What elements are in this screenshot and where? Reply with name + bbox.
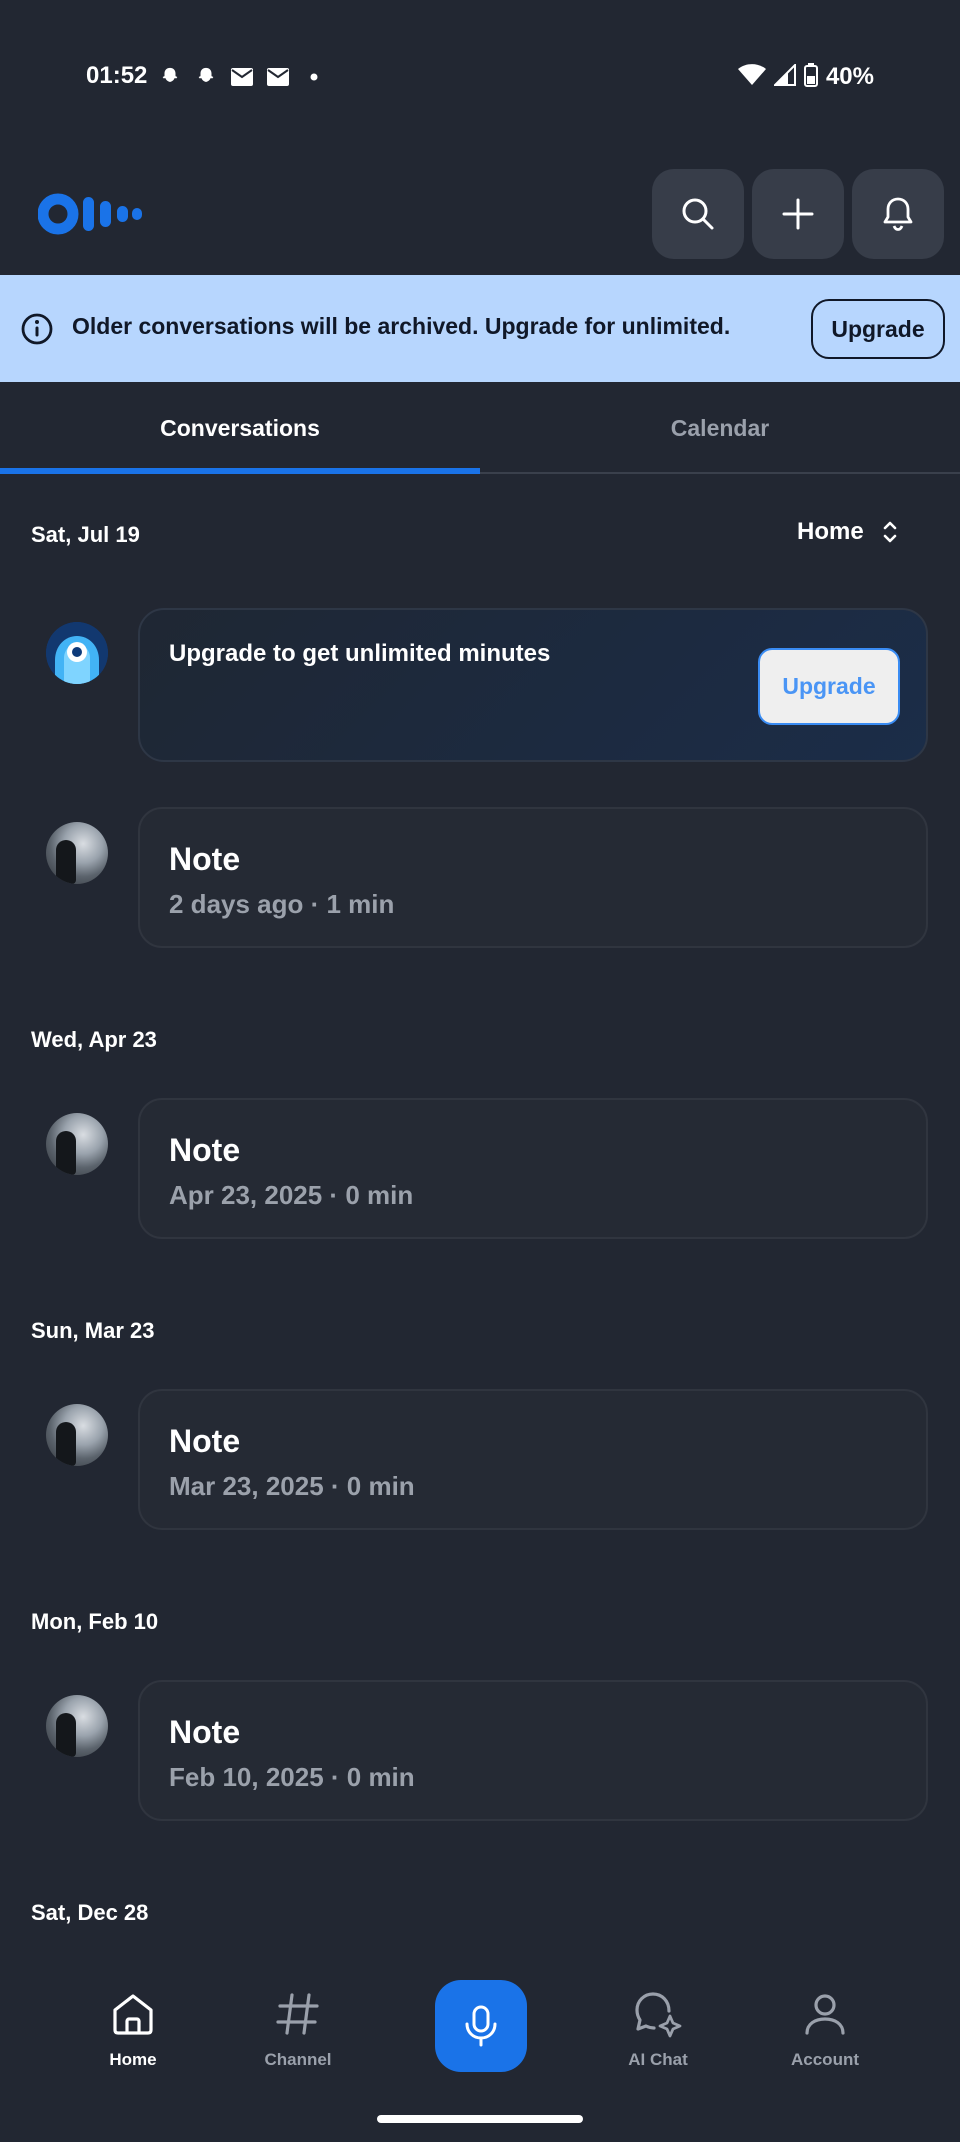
info-icon [21,313,53,345]
conversation-meta: Apr 23, 2025 · 0 min [169,1180,414,1210]
add-button[interactable] [752,169,844,259]
date-header: Wed, Apr 23 [31,1027,157,1052]
status-bar: 01:52 40% [0,0,960,150]
tab-bar: Conversations Calendar [0,382,960,474]
nav-label: Home [109,2050,157,2069]
nav-label: AI Chat [628,2050,688,2069]
home-icon [107,1988,159,2040]
notifications-button[interactable] [852,169,944,259]
snapchat-icon [194,65,218,89]
conversation-title: Note [169,841,241,877]
archive-banner: Older conversations will be archived. Up… [0,275,960,382]
avatar [46,1113,108,1175]
avatar [46,1404,108,1466]
nav-account[interactable]: Account [765,1988,885,2070]
mail-icon [266,65,290,89]
snapchat-icon [158,65,182,89]
person-icon [799,1988,851,2040]
home-indicator[interactable] [377,2115,583,2123]
otter-mascot-avatar [46,622,108,684]
search-icon [682,198,714,230]
conversation-meta: Mar 23, 2025 · 0 min [169,1471,415,1501]
status-time: 01:52 [86,62,148,89]
conversation-title: Note [169,1714,241,1750]
banner-upgrade-button[interactable]: Upgrade [811,299,945,359]
notification-icons [158,62,326,92]
tab-conversations[interactable]: Conversations [0,382,480,474]
search-button[interactable] [652,169,744,259]
filter-dropdown[interactable]: Home [797,518,898,546]
dot-icon [302,65,326,89]
conversation-title: Note [169,1423,241,1459]
bell-icon [883,197,913,231]
hash-icon [272,1988,324,2040]
avatar [46,1695,108,1757]
date-header: Mon, Feb 10 [31,1609,159,1634]
date-header: Sat, Dec 28 [31,1900,149,1925]
ai-chat-icon [632,1988,684,2040]
battery-icon [803,62,818,92]
system-icons: 40% [737,62,874,92]
conversation-card[interactable]: Note Feb 10, 2025 · 0 min [138,1680,928,1821]
banner-message: Older conversations will be archived. Up… [72,313,731,339]
conversation-title: Note [169,1132,241,1168]
conversation-card[interactable]: Note 2 days ago · 1 min [138,807,928,948]
nav-label: Account [791,2050,859,2069]
conversation-card[interactable]: Note Mar 23, 2025 · 0 min [138,1389,928,1530]
promo-upgrade-button[interactable]: Upgrade [758,648,900,725]
nav-ai-chat[interactable]: AI Chat [598,1988,718,2070]
wifi-icon [737,63,766,91]
otter-logo [37,192,143,236]
microphone-icon [465,2005,497,2047]
conversation-meta: 2 days ago · 1 min [169,889,395,919]
date-header: Sat, Jul 19 [31,522,140,547]
active-tab-indicator [0,468,480,474]
chevron-up-down-icon [883,521,896,543]
conversation-card[interactable]: Note Apr 23, 2025 · 0 min [138,1098,928,1239]
battery-percent: 40% [825,63,874,90]
mail-icon [230,65,254,89]
conversation-meta: Feb 10, 2025 · 0 min [169,1762,415,1792]
avatar [46,822,108,884]
signal-icon [772,62,796,91]
upgrade-promo-card: Upgrade to get unlimited minutes Upgrade [138,608,928,762]
plus-icon [782,198,814,230]
record-button[interactable] [435,1980,527,2072]
nav-home[interactable]: Home [73,1988,193,2070]
promo-title: Upgrade to get unlimited minutes [169,640,551,667]
filter-label: Home [797,518,864,545]
nav-channel[interactable]: Channel [238,1988,358,2070]
tab-calendar[interactable]: Calendar [480,382,960,474]
date-header: Sun, Mar 23 [31,1318,155,1343]
nav-label: Channel [264,2050,332,2069]
